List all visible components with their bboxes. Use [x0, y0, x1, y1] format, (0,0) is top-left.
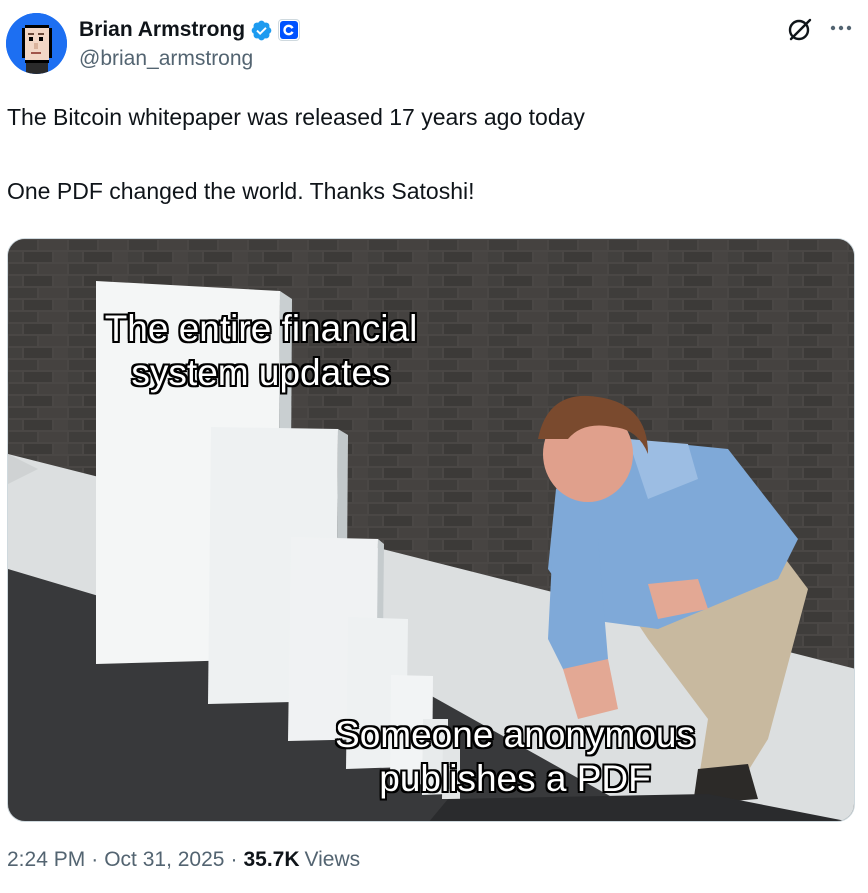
meme-top-caption-line-2: system updates	[131, 352, 391, 393]
tweet-metadata: 2:24 PM · Oct 31, 2025 · 35.7K Views	[7, 848, 360, 872]
views-count: 35.7K	[243, 848, 300, 871]
tweet-text-line-2: One PDF changed the world. Thanks Satosh…	[7, 178, 475, 204]
grok-icon[interactable]	[786, 15, 814, 43]
meme-bottom-caption-line-1: Someone anonymous	[335, 714, 695, 755]
author-display-name[interactable]: Brian Armstrong	[79, 18, 245, 42]
views-label: Views	[304, 848, 361, 871]
tweet-card: Brian Armstrong @brian_armstrong The Bit…	[0, 0, 868, 893]
tweet-time[interactable]: 2:24 PM	[7, 848, 85, 872]
author-name-row: Brian Armstrong	[79, 17, 301, 43]
meme-bottom-caption-line-2: publishes a PDF	[379, 758, 651, 799]
pixel-avatar-icon	[6, 13, 67, 74]
avatar[interactable]	[6, 13, 67, 74]
more-options-icon	[830, 25, 852, 31]
separator: ·	[230, 848, 238, 871]
coinbase-logo-icon	[280, 21, 299, 39]
meme-top-caption: The entire financial system updates	[66, 307, 456, 395]
coinbase-badge-icon[interactable]	[278, 19, 301, 41]
verified-badge-icon[interactable]	[250, 19, 273, 42]
tweet-date[interactable]: Oct 31, 2025	[104, 848, 224, 872]
separator: ·	[91, 848, 99, 871]
tweet-media-image[interactable]: The entire financial system updates Some…	[7, 238, 855, 822]
meme-top-caption-line-1: The entire financial	[104, 308, 418, 349]
tweet-text-line-1: The Bitcoin whitepaper was released 17 y…	[7, 104, 585, 130]
meme-bottom-caption: Someone anonymous publishes a PDF	[290, 713, 740, 801]
more-options-button[interactable]	[826, 13, 856, 43]
author-handle[interactable]: @brian_armstrong	[79, 47, 253, 71]
